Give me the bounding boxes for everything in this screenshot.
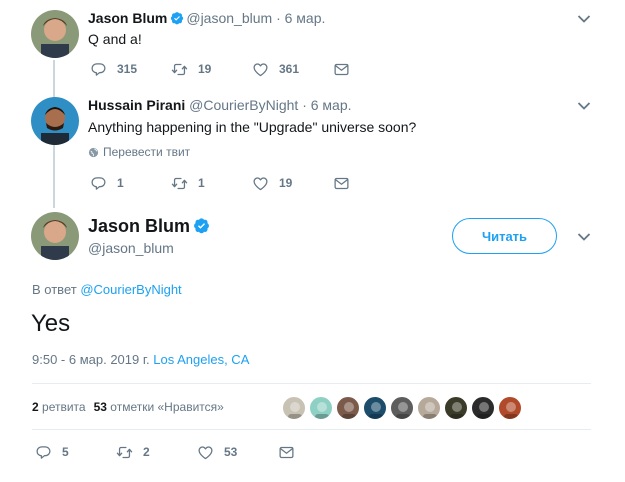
- like-icon: [198, 445, 213, 459]
- engagement-stats: 2 ретвита 53 отметки «Нравится»: [32, 400, 224, 414]
- reply-icon: [36, 445, 51, 459]
- avatar[interactable]: [31, 97, 79, 145]
- message-icon: [334, 177, 349, 189]
- retweet-count: 19: [198, 62, 212, 76]
- display-name[interactable]: Hussain Pirani: [88, 97, 185, 113]
- liker-avatars: [282, 396, 525, 420]
- like-button[interactable]: 53: [197, 444, 278, 461]
- like-count: 53: [224, 445, 238, 459]
- chevron-down-icon[interactable]: [577, 14, 591, 24]
- reply-button[interactable]: 1: [90, 175, 171, 192]
- liker-avatar[interactable]: [363, 396, 387, 420]
- tweet-timestamp[interactable]: 9:50 - 6 мар. 2019 г.: [32, 352, 150, 367]
- like-count: 361: [279, 62, 300, 76]
- divider: [32, 429, 591, 430]
- display-name[interactable]: Jason Blum: [88, 10, 167, 26]
- liker-avatar[interactable]: [390, 396, 414, 420]
- avatar[interactable]: [31, 212, 79, 260]
- reply-count: 315: [117, 62, 138, 76]
- like-count: 19: [279, 176, 293, 190]
- like-button[interactable]: 361: [252, 61, 333, 78]
- like-stat-label: отметки «Нравится»: [110, 400, 224, 414]
- retweet-icon: [116, 446, 133, 458]
- follow-button[interactable]: Читать: [452, 218, 557, 254]
- handle[interactable]: @CourierByNight: [189, 97, 298, 113]
- message-button[interactable]: [333, 61, 414, 78]
- retweet-button[interactable]: 19: [171, 61, 252, 78]
- message-button[interactable]: [333, 175, 414, 192]
- reply-icon: [91, 62, 106, 76]
- reply-button[interactable]: 5: [35, 444, 116, 461]
- retweet-stat[interactable]: 2 ретвита: [32, 400, 86, 414]
- liker-avatar[interactable]: [444, 396, 468, 420]
- globe-icon: [88, 147, 99, 157]
- retweet-button[interactable]: 1: [171, 175, 252, 192]
- timestamp[interactable]: 6 мар.: [285, 10, 326, 26]
- like-stat-count: 53: [93, 400, 107, 414]
- tweet-text: Q and a!: [88, 31, 142, 47]
- liker-avatar[interactable]: [471, 396, 495, 420]
- chevron-down-icon[interactable]: [577, 232, 591, 242]
- separator: ·: [302, 97, 307, 113]
- liker-avatar[interactable]: [336, 396, 360, 420]
- retweet-button[interactable]: 2: [116, 444, 197, 461]
- translate-link[interactable]: Перевести твит: [88, 145, 190, 159]
- avatar[interactable]: [31, 10, 79, 58]
- reply-prefix: В ответ: [32, 282, 77, 297]
- liker-avatar[interactable]: [309, 396, 333, 420]
- reply-context: В ответ @CourierByNight: [32, 282, 182, 297]
- liker-avatar[interactable]: [498, 396, 522, 420]
- translate-label: Перевести твит: [103, 145, 191, 159]
- reply-to-link[interactable]: @CourierByNight: [80, 282, 181, 297]
- chevron-down-icon[interactable]: [577, 101, 591, 111]
- like-button[interactable]: 19: [252, 175, 333, 192]
- message-icon: [279, 446, 294, 458]
- retweet-icon: [171, 177, 188, 189]
- handle[interactable]: @jason_blum: [186, 10, 272, 26]
- retweet-count: 1: [198, 176, 205, 190]
- message-icon: [334, 63, 349, 75]
- reply-button[interactable]: 315: [90, 61, 171, 78]
- location-link[interactable]: Los Angeles, CA: [153, 352, 249, 367]
- tweet-metadata: 9:50 - 6 мар. 2019 г. Los Angeles, CA: [32, 352, 249, 367]
- liker-avatar[interactable]: [417, 396, 441, 420]
- verified-icon: [171, 12, 184, 25]
- verified-icon: [194, 218, 209, 234]
- tweet-text: Anything happening in the "Upgrade" univ…: [88, 119, 417, 135]
- retweet-icon: [171, 63, 188, 75]
- retweet-stat-count: 2: [32, 400, 39, 414]
- display-name[interactable]: Jason Blum: [88, 216, 190, 236]
- message-button[interactable]: [278, 444, 359, 461]
- like-icon: [253, 176, 268, 190]
- reply-count: 1: [117, 176, 124, 190]
- divider: [32, 383, 591, 384]
- tweet-text: Yes: [31, 310, 71, 337]
- reply-count: 5: [62, 445, 69, 459]
- liker-avatar[interactable]: [282, 396, 306, 420]
- like-stat[interactable]: 53 отметки «Нравится»: [94, 400, 224, 414]
- handle[interactable]: @jason_blum: [88, 240, 174, 256]
- timestamp[interactable]: 6 мар.: [311, 97, 352, 113]
- like-icon: [253, 62, 268, 76]
- retweet-stat-label: ретвита: [42, 400, 86, 414]
- retweet-count: 2: [143, 445, 150, 459]
- separator: ·: [276, 10, 281, 26]
- reply-icon: [91, 176, 106, 190]
